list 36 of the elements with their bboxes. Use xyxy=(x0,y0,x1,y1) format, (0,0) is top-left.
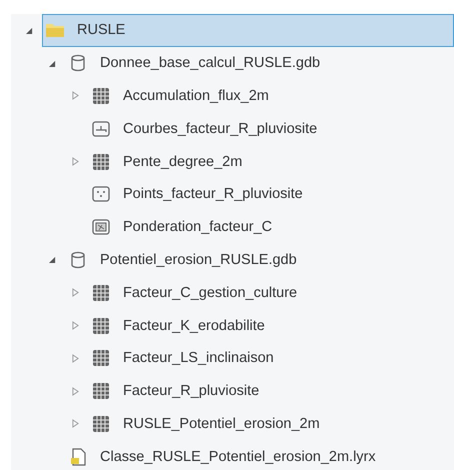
tree-item-label[interactable]: Facteur_K_erodabilite xyxy=(123,318,265,334)
tree-item-label[interactable]: Classe_RUSLE_Potentiel_erosion_2m.lyrx xyxy=(100,448,376,465)
expand-caret-icon[interactable] xyxy=(72,321,78,330)
tree-item-label[interactable]: Pente_degree_2m xyxy=(123,154,242,170)
raster-icon xyxy=(91,316,111,336)
tree-item-label[interactable]: RUSLE xyxy=(77,22,126,38)
expand-caret-icon[interactable] xyxy=(72,288,78,298)
raster-icon xyxy=(91,282,111,303)
tree-item-label[interactable]: Facteur_R_pluviosite xyxy=(123,383,260,400)
tree-item-label[interactable]: RUSLE_Potentiel_erosion_2m xyxy=(123,416,320,432)
expand-caret-icon[interactable] xyxy=(72,157,78,166)
expand-caret-icon[interactable] xyxy=(72,419,78,428)
point-feature-icon xyxy=(91,184,111,204)
collapse-caret-icon[interactable] xyxy=(48,255,56,264)
layer-file-icon xyxy=(68,446,88,467)
tree-item-label[interactable]: Accumulation_flux_2m xyxy=(123,88,269,104)
tree-item-label[interactable]: Facteur_LS_inclinaison xyxy=(123,350,274,366)
tree-item-label[interactable]: Potentiel_erosion_RUSLE.gdb xyxy=(100,252,297,268)
raster-icon xyxy=(91,414,111,434)
selected-row[interactable]: RUSLE xyxy=(42,14,454,47)
raster-icon xyxy=(91,86,111,106)
tree-item-label[interactable]: Facteur_C_gestion_culture xyxy=(123,284,298,301)
raster-icon xyxy=(91,348,111,368)
expand-caret-icon[interactable] xyxy=(72,386,78,396)
collapse-caret-icon[interactable] xyxy=(48,58,56,68)
raster-icon xyxy=(91,381,111,402)
tree-item-label[interactable]: Points_facteur_R_pluviosite xyxy=(123,186,303,202)
tree-item-label[interactable]: Donnee_base_calcul_RUSLE.gdb xyxy=(100,55,320,72)
collapse-caret-icon[interactable] xyxy=(26,26,32,35)
line-feature-icon xyxy=(91,118,111,139)
tree-item-label[interactable]: Ponderation_facteur_C xyxy=(123,219,272,236)
tree-item-label[interactable]: Courbes_facteur_R_pluviosite xyxy=(123,120,318,137)
expand-caret-icon[interactable] xyxy=(72,91,78,100)
raster-icon xyxy=(91,152,111,172)
expand-caret-icon[interactable] xyxy=(72,354,78,363)
polygon-feature-icon xyxy=(91,217,111,238)
